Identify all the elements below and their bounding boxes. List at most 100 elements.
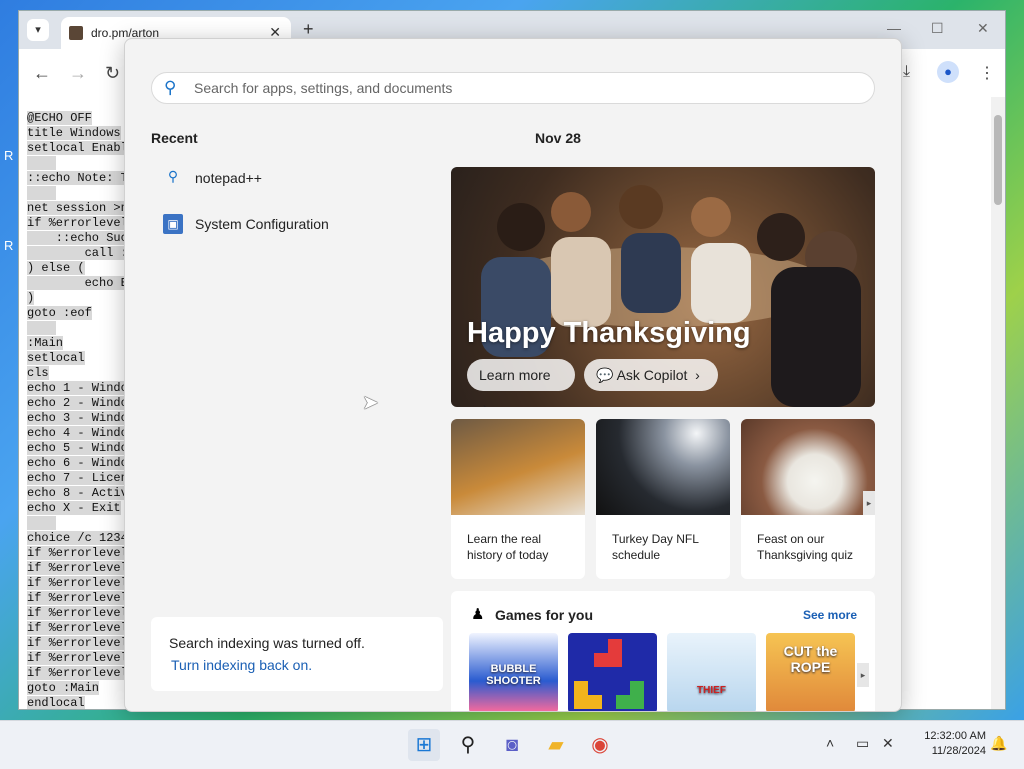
code-line-text: echo 1 - Windo: [27, 381, 128, 395]
code-line-text: [27, 186, 56, 200]
ask-copilot-button[interactable]: 💬 Ask Copilot ›: [584, 359, 718, 391]
turn-indexing-on-link[interactable]: Turn indexing back on.: [171, 657, 312, 673]
search-icon: ⚲: [167, 168, 179, 184]
search-input[interactable]: [192, 79, 856, 97]
code-line: echo 3 - Windo: [27, 411, 128, 426]
card-image: [451, 419, 585, 515]
code-line: if %errorlevel: [27, 561, 128, 576]
code-line-text: @ECHO OFF: [27, 111, 92, 125]
code-line-text: ::echo Suc: [27, 231, 128, 245]
close-window-button[interactable]: ✕: [977, 20, 989, 37]
page-scrollbar[interactable]: [991, 97, 1005, 709]
thanksgiving-hero[interactable]: Happy Thanksgiving Learn more › 💬 Ask Co…: [451, 167, 875, 407]
tab-search-dropdown[interactable]: ▾: [27, 19, 49, 41]
chevron-right-icon: ›: [691, 367, 700, 383]
game-label: BUBBLE SHOOTER: [486, 663, 541, 687]
start-search-box[interactable]: ⚲: [151, 72, 875, 104]
notifications-bell-icon[interactable]: 🔔: [990, 735, 1007, 752]
chevron-right-icon[interactable]: ▸: [857, 663, 869, 687]
game-label: CUT the ROPE: [783, 643, 838, 675]
clock-time: 12:32:00 AM: [924, 730, 986, 742]
code-line-text: [27, 516, 56, 530]
profile-icon[interactable]: ●: [937, 61, 959, 83]
code-line-text: if %errorlevel: [27, 636, 128, 650]
date-heading: Nov 28: [535, 130, 581, 146]
learn-more-label: Learn more: [479, 367, 551, 383]
forward-button[interactable]: →: [69, 63, 87, 84]
maximize-button[interactable]: ☐: [931, 20, 944, 37]
hero-title: Happy Thanksgiving: [467, 317, 751, 349]
teams-icon[interactable]: ◙: [496, 729, 528, 761]
code-line: echo 1 - Windo: [27, 381, 128, 396]
code-line-text: if %errorlevel: [27, 621, 128, 635]
code-line: echo 6 - Windo: [27, 456, 128, 471]
card-image: [596, 419, 730, 515]
code-line: call :: [27, 246, 128, 261]
recent-item-notepad[interactable]: ⚲ notepad++: [151, 161, 421, 197]
code-line-text: echo X - Exit: [27, 501, 121, 515]
download-icon[interactable]: ⤓: [903, 63, 910, 81]
taskbar-search-icon[interactable]: ⚲: [452, 729, 484, 761]
code-line: @ECHO OFF: [27, 111, 128, 126]
code-line: ::echo Suc: [27, 231, 128, 246]
notice-text: Search indexing was turned off.: [169, 635, 365, 651]
code-line: if %errorlevel: [27, 576, 128, 591]
code-line-text: if %errorlevel: [27, 591, 128, 605]
code-line: echo 2 - Windo: [27, 396, 128, 411]
back-button[interactable]: ←: [33, 63, 51, 84]
minimize-button[interactable]: —: [887, 20, 901, 36]
news-card[interactable]: Turkey Day NFL schedule: [596, 419, 730, 579]
code-line-text: if %errorlevel: [27, 651, 128, 665]
code-line: [27, 321, 128, 336]
gamepad-icon: ♟: [471, 606, 485, 623]
desktop-fragment: R: [4, 238, 14, 253]
blocks-image: [574, 639, 644, 709]
code-line-text: echo 6 - Windo: [27, 456, 128, 470]
game-label: THIEF: [697, 685, 726, 696]
code-line-text: echo E: [27, 276, 128, 290]
show-hidden-icons-button[interactable]: ˄: [826, 735, 834, 751]
code-line-text: echo 7 - Licen: [27, 471, 128, 485]
code-line-text: ): [27, 291, 35, 305]
game-tile-thief-puzzle[interactable]: THIEF: [667, 633, 756, 711]
news-card[interactable]: Feast on our Thanksgiving quiz ▸: [741, 419, 875, 579]
browser-menu-button[interactable]: ⋮: [979, 63, 995, 83]
learn-more-button[interactable]: Learn more ›: [467, 359, 575, 407]
code-listing: @ECHO OFF title Windows setlocal Enabl ::e…: [27, 111, 128, 709]
code-line: setlocal: [27, 351, 128, 366]
game-tile-bubble-shooter[interactable]: BUBBLE SHOOTER: [469, 633, 558, 711]
game-tile-cut-the-rope[interactable]: CUT the ROPE: [766, 633, 855, 711]
code-line: echo 5 - Windo: [27, 441, 128, 456]
code-line-text: [27, 321, 56, 335]
code-line: :Main: [27, 336, 128, 351]
file-explorer-icon[interactable]: ▰: [540, 729, 572, 761]
news-card[interactable]: Learn the real history of today: [451, 419, 585, 579]
code-line-text: if %errorlevel: [27, 546, 128, 560]
game-tile-blocks[interactable]: [568, 633, 657, 711]
code-line: [27, 186, 128, 201]
code-line-text: :Main: [27, 336, 64, 350]
code-line-text: choice /c 1234: [27, 531, 128, 545]
code-line: if %errorlevel: [27, 651, 128, 666]
scrollbar-thumb[interactable]: [994, 115, 1002, 205]
start-button[interactable]: ⊞: [408, 729, 440, 761]
code-line: if %errorlevel: [27, 636, 128, 651]
reload-button[interactable]: ↻: [105, 63, 120, 84]
code-line-text: [27, 156, 56, 170]
volume-muted-icon[interactable]: ✕: [882, 735, 894, 752]
code-line-text: if %errorlevel: [27, 606, 128, 620]
recent-item-system-configuration[interactable]: ▣ System Configuration: [151, 207, 421, 243]
recent-heading: Recent: [151, 130, 198, 146]
chrome-icon[interactable]: ◉: [584, 729, 616, 761]
chevron-right-icon[interactable]: ▸: [863, 491, 875, 515]
network-icon[interactable]: ▭: [856, 735, 869, 752]
taskbar: ⊞ ⚲ ◙ ▰ ◉ ˄ ▭ ✕ 12:32:00 AM 11/28/2024 🔔: [0, 720, 1024, 769]
see-more-link[interactable]: See more: [803, 608, 857, 622]
code-line: if %errorlevel: [27, 216, 128, 231]
code-line: if %errorlevel: [27, 606, 128, 621]
code-line: ) else (: [27, 261, 128, 276]
code-line: echo E: [27, 276, 128, 291]
new-tab-button[interactable]: +: [303, 19, 314, 40]
clock[interactable]: 12:32:00 AM 11/28/2024: [900, 729, 986, 759]
system-config-icon: ▣: [163, 214, 183, 234]
